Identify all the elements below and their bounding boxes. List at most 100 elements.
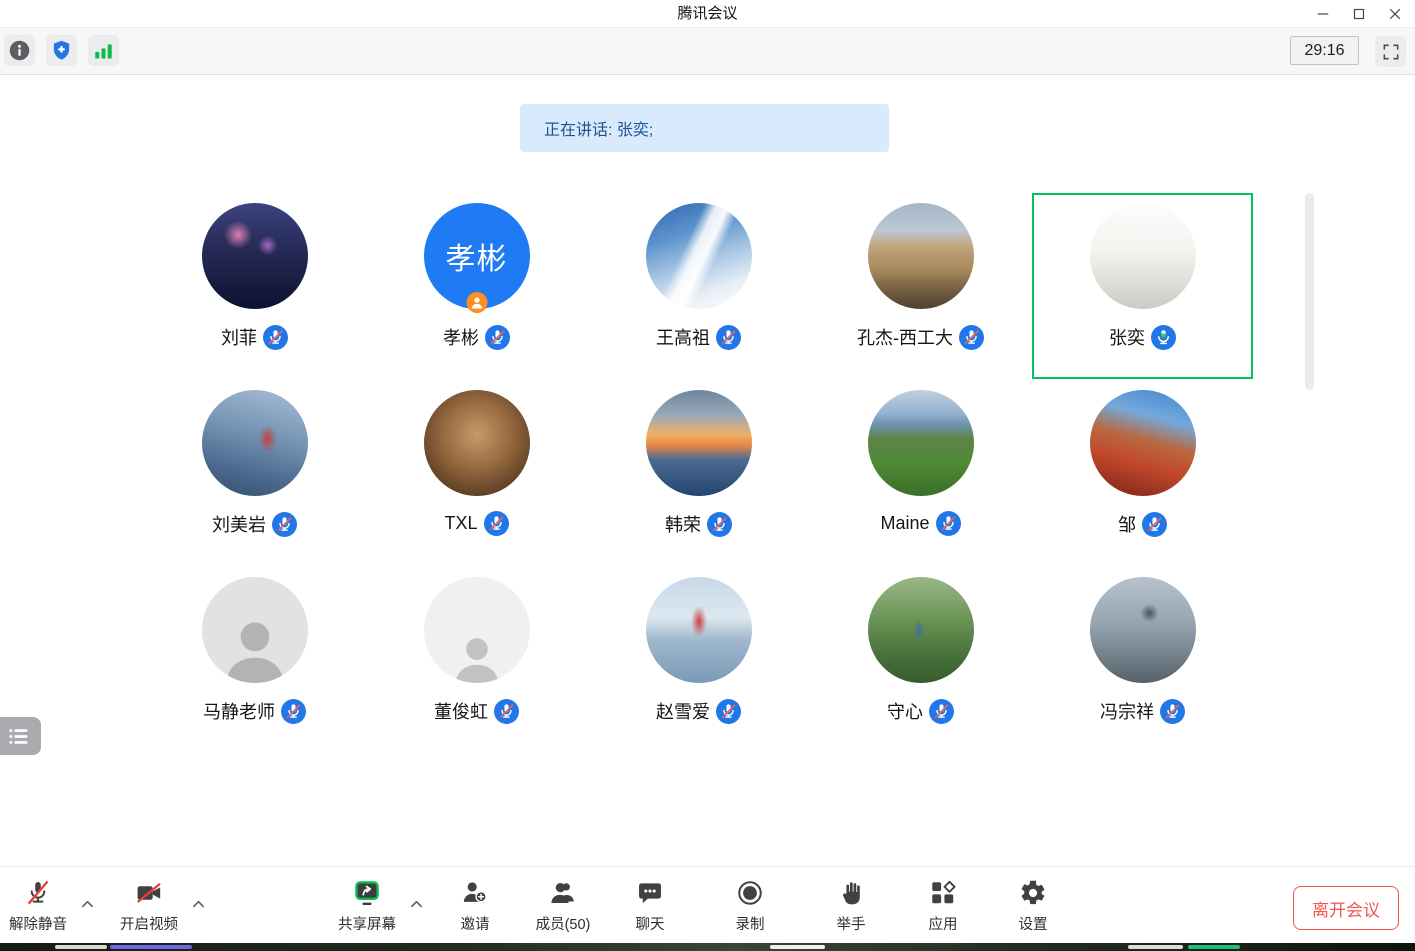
participant-name-row: 刘美岩 <box>144 511 365 537</box>
participant-tile[interactable]: 孔杰-西工大 <box>810 193 1031 379</box>
toolbar-item-apps[interactable]: 应用 <box>911 878 975 934</box>
participant-tile[interactable]: 韩荣 <box>588 380 809 566</box>
chevron-up-icon <box>191 899 206 916</box>
meeting-info-icon <box>8 39 31 62</box>
leave-meeting-button[interactable]: 离开会议 <box>1293 886 1399 930</box>
toolbar-item-members[interactable]: 成员(50) <box>518 878 608 934</box>
person-silhouette-icon <box>219 614 291 683</box>
participant-name: 守心 <box>887 698 923 724</box>
meeting-info-button[interactable] <box>4 35 35 66</box>
participant-name-row: 马静老师 <box>144 698 365 724</box>
avatar <box>868 203 974 309</box>
apps-icon <box>929 878 957 907</box>
fullscreen-icon <box>1381 42 1401 62</box>
user-role-badge <box>466 292 487 313</box>
participant-tile[interactable]: 王高祖 <box>588 193 809 379</box>
mic-muted-icon <box>484 511 509 536</box>
maximize-button[interactable] <box>1341 0 1377 27</box>
participant-name: 孔杰-西工大 <box>857 324 953 350</box>
close-button[interactable] <box>1377 0 1413 27</box>
mic-off-icon <box>24 878 52 907</box>
avatar <box>868 577 974 683</box>
participant-tile[interactable]: 张奕 <box>1032 193 1253 379</box>
photo-avatar <box>1090 390 1196 496</box>
settings-icon <box>1019 878 1047 907</box>
participant-tile[interactable]: 冯宗祥 <box>1032 567 1253 753</box>
participant-tile[interactable]: 赵雪爱 <box>588 567 809 753</box>
raise-hand-icon <box>837 878 865 907</box>
network-quality-button[interactable] <box>88 35 119 66</box>
mic-muted-icon <box>494 699 519 724</box>
toolbar-item-start-video[interactable]: 开启视频 <box>106 878 192 934</box>
bottom-toolbar: 离开会议 解除静音开启视频 共享屏幕邀请成员(50) 聊天 录制举手 应用 设置 <box>0 866 1415 943</box>
mic-muted-icon <box>959 325 984 350</box>
top-toolbar-left <box>4 35 119 66</box>
avatar <box>1090 203 1196 309</box>
toolbar-item-label: 聊天 <box>636 913 665 934</box>
photo-avatar <box>1090 203 1196 309</box>
camera-off-icon <box>135 878 163 907</box>
toolbar-item-share-screen-expand[interactable] <box>409 897 424 912</box>
participant-tile[interactable]: 刘美岩 <box>144 380 365 566</box>
taskbar-segment <box>55 945 107 949</box>
photo-avatar <box>202 203 308 309</box>
participant-name-row: 董俊虹 <box>366 698 587 724</box>
toolbar-item-label: 应用 <box>929 913 958 934</box>
toolbar-item-unmute[interactable]: 解除静音 <box>0 878 76 934</box>
participant-tile[interactable]: 刘菲 <box>144 193 365 379</box>
avatar <box>646 390 752 496</box>
participant-name: 马静老师 <box>203 698 275 724</box>
participant-name-row: TXL <box>366 511 587 536</box>
participant-tile[interactable]: 董俊虹 <box>366 567 587 753</box>
participant-name-row: 守心 <box>810 698 1031 724</box>
taskbar-segment <box>110 945 192 949</box>
mic-muted-icon <box>929 699 954 724</box>
participant-name-row: 赵雪爱 <box>588 698 809 724</box>
security-button[interactable] <box>46 35 77 66</box>
members-icon <box>549 878 577 907</box>
avatar <box>202 577 308 683</box>
participant-tile[interactable]: 守心 <box>810 567 1031 753</box>
toolbar-item-settings[interactable]: 设置 <box>1001 878 1065 934</box>
toolbar-item-record[interactable]: 录制 <box>718 878 782 934</box>
toolbar-item-raise-hand[interactable]: 举手 <box>819 878 883 934</box>
network-quality-icon <box>92 39 115 62</box>
photo-avatar <box>868 577 974 683</box>
toolbar-item-unmute-expand[interactable] <box>80 897 95 912</box>
minimize-button[interactable] <box>1305 0 1341 27</box>
toolbar-item-label: 举手 <box>837 913 866 934</box>
toolbar-item-start-video-expand[interactable] <box>191 897 206 912</box>
participant-name: 董俊虹 <box>434 698 488 724</box>
participant-name: 冯宗祥 <box>1100 698 1154 724</box>
participant-tile[interactable]: TXL <box>366 380 587 566</box>
toolbar-item-chat[interactable]: 聊天 <box>618 878 682 934</box>
toolbar-item-share-screen[interactable]: 共享屏幕 <box>322 878 412 934</box>
participant-name: 王高祖 <box>656 324 710 350</box>
taskbar-segment <box>1128 945 1183 949</box>
window-controls <box>1305 0 1413 27</box>
toolbar-item-invite[interactable]: 邀请 <box>443 878 507 934</box>
chevron-up-icon <box>409 899 424 916</box>
participant-name: 孝彬 <box>443 324 479 350</box>
security-shield-icon <box>50 39 73 62</box>
photo-avatar <box>646 203 752 309</box>
participant-tile[interactable]: 马静老师 <box>144 567 365 753</box>
avatar <box>1090 390 1196 496</box>
member-list-toggle[interactable] <box>0 717 41 755</box>
fullscreen-button[interactable] <box>1375 36 1406 67</box>
mic-muted-icon <box>263 325 288 350</box>
photo-avatar <box>646 390 752 496</box>
participant-tile[interactable]: 邹 <box>1032 380 1253 566</box>
minimize-icon <box>1314 5 1332 23</box>
scrollbar-thumb[interactable] <box>1305 193 1314 390</box>
mic-muted-icon <box>272 512 297 537</box>
toolbar-item-label: 设置 <box>1019 913 1048 934</box>
participant-name: 邹 <box>1118 511 1136 537</box>
avatar-initials: 孝彬 <box>446 234 508 278</box>
participant-name-row: 韩荣 <box>588 511 809 537</box>
participant-tile[interactable]: Maine <box>810 380 1031 566</box>
toolbar-item-label: 成员(50) <box>536 913 591 934</box>
share-screen-icon <box>353 878 381 907</box>
participant-tile[interactable]: 孝彬孝彬 <box>366 193 587 379</box>
mic-muted-icon <box>936 511 961 536</box>
